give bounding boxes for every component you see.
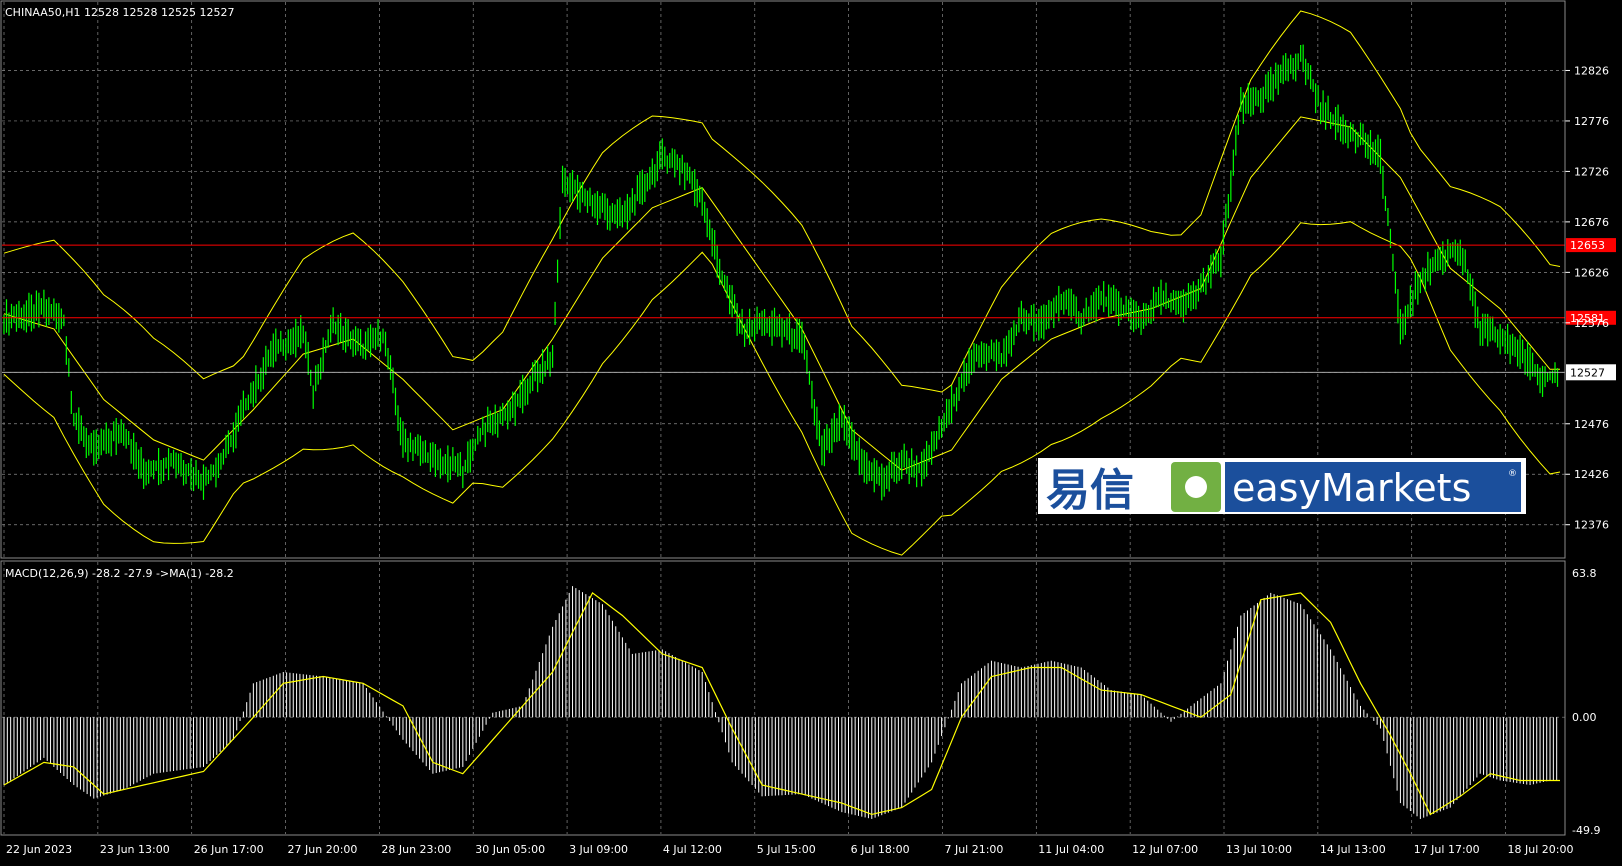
logo-wordmark: easyMarkets: [1232, 466, 1471, 510]
macd-y-tick-label: 0.00: [1572, 711, 1597, 724]
y-tick-label: 12476: [1574, 418, 1609, 431]
chart-background: [0, 0, 1622, 862]
x-tick-label: 18 Jul 20:00: [1508, 843, 1574, 856]
macd-y-tick-label: 63.8: [1572, 567, 1597, 580]
chart-canvas[interactable]: 22 Jun 2023 23 Jun 13:00 26 Jun 17:00 27 Ju…: [0, 0, 1622, 862]
x-tick-label: 6 Jul 18:00: [851, 843, 910, 856]
x-tick-label: 13 Jul 10:00: [1226, 843, 1292, 856]
y-tick-label: 12576: [1574, 317, 1609, 330]
x-tick-label: 30 Jun 05:00: [475, 843, 545, 856]
x-tick-label: 4 Jul 12:00: [663, 843, 722, 856]
y-tick-label: 12776: [1574, 115, 1609, 128]
symbol-header: CHINAA50,H1 12528 12528 12525 12527: [5, 6, 235, 19]
x-tick-label: 11 Jul 04:00: [1038, 843, 1104, 856]
y-tick-label: 12826: [1574, 64, 1609, 77]
trading-chart[interactable]: 22 Jun 2023 23 Jun 13:00 26 Jun 17:00 27 Ju…: [0, 0, 1622, 862]
svg-text:®: ®: [1508, 469, 1517, 479]
level-price-label: 12653: [1570, 239, 1605, 252]
macd-y-tick-label: -49.9: [1572, 824, 1600, 837]
y-tick-label: 12676: [1574, 216, 1609, 229]
macd-header: MACD(12,26,9) -28.2 -27.9 ->MA(1) -28.2: [5, 567, 234, 580]
easymarkets-leaf-icon: [1171, 462, 1221, 512]
x-tick-label: 7 Jul 21:00: [944, 843, 1003, 856]
x-tick-label: 17 Jul 17:00: [1414, 843, 1480, 856]
x-tick-label: 26 Jun 17:00: [194, 843, 264, 856]
y-tick-label: 12426: [1574, 468, 1609, 481]
x-tick-label: 12 Jul 07:00: [1132, 843, 1198, 856]
x-tick-label: 27 Jun 20:00: [288, 843, 358, 856]
y-tick-label: 12626: [1574, 266, 1609, 279]
y-tick-label: 12726: [1574, 165, 1609, 178]
x-tick-label: 22 Jun 2023: [6, 843, 72, 856]
x-tick-label: 14 Jul 13:00: [1320, 843, 1386, 856]
y-tick-label: 12376: [1574, 519, 1609, 532]
logo-chinese-text: 易信: [1046, 465, 1134, 516]
x-tick-label: 28 Jun 23:00: [381, 843, 451, 856]
easymarkets-logo: 易信 easyMarkets ®: [1038, 458, 1526, 516]
x-tick-label: 5 Jul 15:00: [757, 843, 816, 856]
x-tick-label: 23 Jun 13:00: [100, 843, 170, 856]
current-price-label: 12527: [1570, 366, 1605, 379]
x-tick-label: 3 Jul 09:00: [569, 843, 628, 856]
